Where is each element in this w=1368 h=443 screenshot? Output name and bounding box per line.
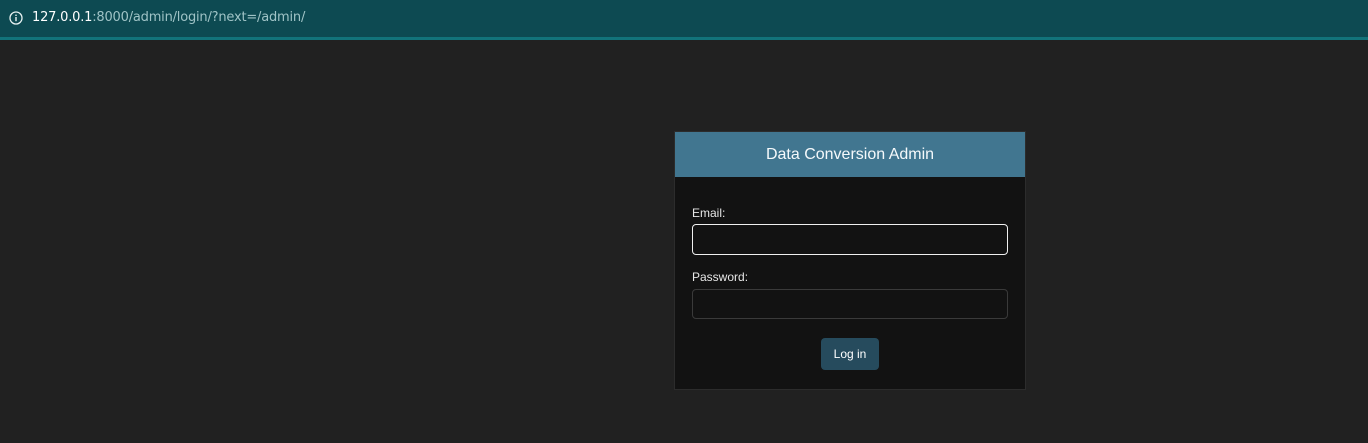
password-field[interactable] bbox=[692, 289, 1008, 319]
login-panel: Data Conversion Admin Email: Password: L… bbox=[674, 131, 1026, 390]
login-header: Data Conversion Admin bbox=[675, 132, 1025, 177]
info-icon[interactable] bbox=[9, 11, 23, 25]
url-field[interactable]: 127.0.0.1:8000/admin/login/?next=/admin/ bbox=[32, 10, 305, 25]
password-label: Password: bbox=[692, 270, 749, 284]
url-path: :8000/admin/login/?next=/admin/ bbox=[92, 10, 306, 25]
login-button[interactable]: Log in bbox=[821, 338, 879, 370]
browser-address-bar: 127.0.0.1:8000/admin/login/?next=/admin/ bbox=[0, 0, 1368, 40]
site-title: Data Conversion Admin bbox=[765, 145, 935, 163]
email-label: Email: bbox=[692, 206, 726, 220]
email-field[interactable] bbox=[692, 224, 1008, 255]
url-host: 127.0.0.1 bbox=[32, 10, 93, 25]
